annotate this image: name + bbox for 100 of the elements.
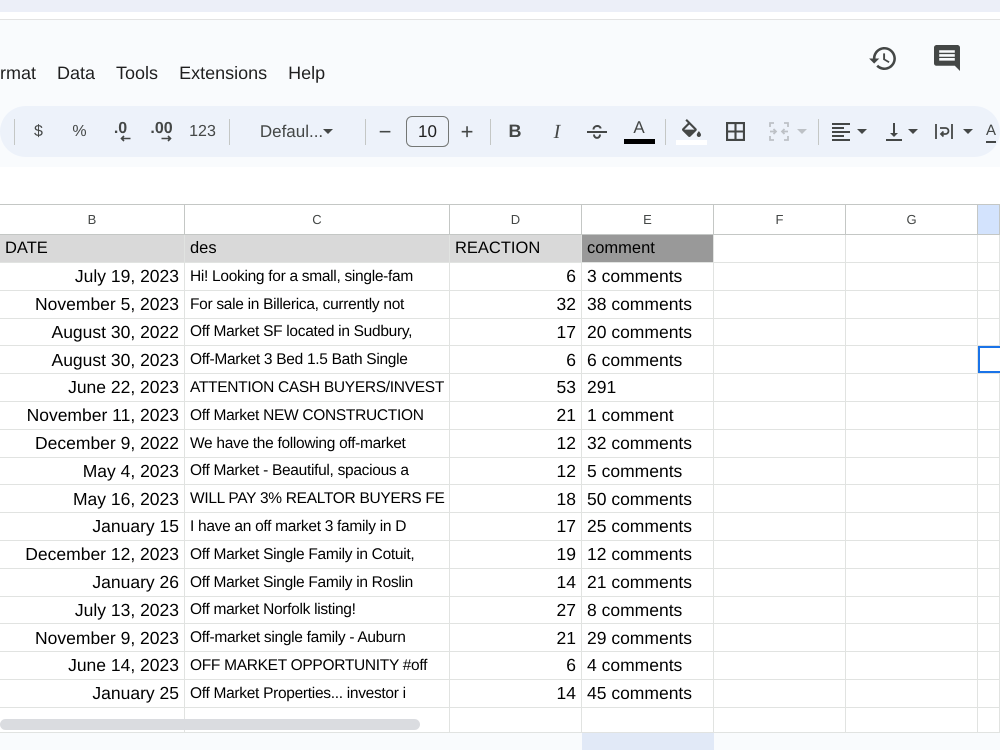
column-header[interactable]: E bbox=[582, 205, 714, 235]
table-cell: 3 comments bbox=[582, 263, 714, 290]
table-cell: 21 comments bbox=[582, 568, 714, 596]
format-button[interactable]: % bbox=[59, 114, 100, 148]
table-cell: 12 bbox=[450, 458, 582, 484]
table-cell: December 12, 2023 bbox=[0, 540, 185, 568]
table-cell: For sale in Billerica, currently not bbox=[185, 290, 450, 318]
table-cell: Off-Market 3 Bed 1.5 Bath Single bbox=[185, 346, 450, 374]
table-cell: November 11, 2023 bbox=[0, 402, 185, 429]
table-cell: 6 bbox=[450, 263, 582, 290]
table-cell: ATTENTION CASH BUYERS/INVEST bbox=[185, 374, 450, 401]
table-cell: 18 bbox=[450, 485, 582, 512]
table-cell: 32 comments bbox=[582, 430, 714, 457]
table-cell: May 4, 2023 bbox=[0, 458, 185, 484]
table-cell: 291 bbox=[582, 374, 714, 401]
caret-icon bbox=[796, 129, 806, 134]
table-cell: DATE bbox=[0, 235, 185, 262]
table-cell: I have an off market 3 family in D bbox=[185, 513, 450, 540]
table-cell: November 9, 2023 bbox=[0, 624, 185, 652]
table-cell: comment bbox=[582, 235, 714, 262]
decrease-decimal-button[interactable]: .0 bbox=[100, 114, 141, 148]
table-cell: August 30, 2023 bbox=[0, 346, 185, 374]
table-cell: 8 comments bbox=[582, 596, 714, 624]
format-button[interactable]: 123 bbox=[182, 114, 223, 148]
grid-icon bbox=[726, 122, 744, 141]
table-cell: 14 bbox=[450, 680, 582, 707]
table-cell: 14 bbox=[450, 568, 582, 596]
right-arrow-icon bbox=[161, 135, 172, 142]
table-cell: Off Market Single Family in Cotuit, bbox=[185, 540, 450, 568]
history-icon bbox=[869, 47, 896, 70]
table-cell: Hi! Looking for a small, single-fam bbox=[185, 263, 450, 290]
column-header[interactable]: B bbox=[0, 205, 185, 235]
table-cell: REACTION bbox=[450, 235, 582, 262]
format-button[interactable]: $ bbox=[18, 114, 59, 148]
comments-button[interactable] bbox=[934, 45, 960, 71]
table-cell: 1 comment bbox=[582, 402, 714, 429]
italic-button[interactable]: I bbox=[537, 114, 577, 148]
table-cell: 38 comments bbox=[582, 290, 714, 318]
decrease-size-button[interactable]: − bbox=[370, 114, 400, 148]
table-cell: July 19, 2023 bbox=[0, 263, 185, 290]
table-cell: November 5, 2023 bbox=[0, 290, 185, 318]
version-history-button[interactable] bbox=[869, 47, 896, 70]
table-cell: Off Market - Beautiful, spacious a bbox=[185, 458, 450, 484]
merge-icon bbox=[768, 122, 788, 141]
table-cell: 12 comments bbox=[582, 540, 714, 568]
font-size-field[interactable]: 10 bbox=[406, 116, 449, 147]
text-color-button[interactable]: A bbox=[619, 114, 659, 148]
bold-button[interactable]: B bbox=[495, 114, 535, 148]
table-cell: 20 comments bbox=[582, 318, 714, 346]
menu-item[interactable]: Extensions bbox=[179, 61, 268, 85]
menu-item[interactable]: rmat bbox=[0, 61, 36, 85]
table-cell: Off Market Properties... investor i bbox=[185, 680, 450, 707]
table-cell: 29 comments bbox=[582, 624, 714, 652]
caret-icon bbox=[323, 129, 334, 134]
table-cell: January 15 bbox=[0, 513, 185, 540]
table-cell: Off Market Single Family in Roslin bbox=[185, 568, 450, 596]
menu-item[interactable]: Help bbox=[288, 61, 326, 85]
paint-bucket-icon bbox=[682, 118, 700, 136]
table-cell: Off Market NEW CONSTRUCTION bbox=[185, 402, 450, 429]
table-cell: 50 comments bbox=[582, 485, 714, 512]
table-cell: 32 bbox=[450, 290, 582, 318]
table-cell: 17 bbox=[450, 513, 582, 540]
table-cell: des bbox=[185, 235, 450, 262]
table-cell: WILL PAY 3% REALTOR BUYERS FE bbox=[185, 485, 450, 512]
menu-item[interactable]: Data bbox=[57, 61, 96, 85]
table-cell: Off Market SF located in Sudbury, bbox=[185, 318, 450, 346]
wrap-icon bbox=[935, 123, 953, 140]
table-cell: 4 comments bbox=[582, 652, 714, 679]
table-cell: 17 bbox=[450, 318, 582, 346]
column-header[interactable]: G bbox=[846, 205, 978, 235]
increase-size-button[interactable]: + bbox=[452, 114, 482, 148]
table-cell: 27 bbox=[450, 596, 582, 624]
table-cell: May 16, 2023 bbox=[0, 485, 185, 512]
align-bottom-icon bbox=[886, 122, 902, 140]
table-cell: OFF MARKET OPPORTUNITY #off bbox=[185, 652, 450, 679]
scrollbar-thumb[interactable] bbox=[0, 718, 420, 730]
table-cell: 6 bbox=[450, 346, 582, 374]
caret-icon bbox=[908, 129, 918, 134]
font-dropdown[interactable]: Defaul... bbox=[237, 114, 354, 148]
table-cell: 6 bbox=[450, 652, 582, 679]
table-cell: January 26 bbox=[0, 568, 185, 596]
table-cell: 6 comments bbox=[582, 346, 714, 374]
text-rotation-button[interactable]: A bbox=[986, 120, 996, 142]
left-arrow-icon bbox=[120, 135, 131, 142]
table-cell: Off market Norfolk listing! bbox=[185, 596, 450, 624]
table-cell: Off-market single family - Auburn bbox=[185, 624, 450, 652]
column-header[interactable]: D bbox=[450, 205, 582, 235]
column-header[interactable]: F bbox=[714, 205, 846, 235]
table-cell: August 30, 2022 bbox=[0, 318, 185, 346]
table-cell: 12 bbox=[450, 430, 582, 457]
table-cell: 53 bbox=[450, 374, 582, 401]
menu-item[interactable]: Tools bbox=[116, 61, 158, 85]
increase-decimal-button[interactable]: .00 bbox=[141, 114, 182, 148]
table-cell: June 22, 2023 bbox=[0, 374, 185, 401]
strikethrough-icon bbox=[587, 124, 607, 140]
column-header[interactable]: C bbox=[185, 205, 450, 235]
selected-cell[interactable] bbox=[978, 346, 1000, 374]
table-cell: December 9, 2022 bbox=[0, 430, 185, 457]
comment-icon bbox=[934, 45, 960, 71]
table-cell: 45 comments bbox=[582, 680, 714, 707]
